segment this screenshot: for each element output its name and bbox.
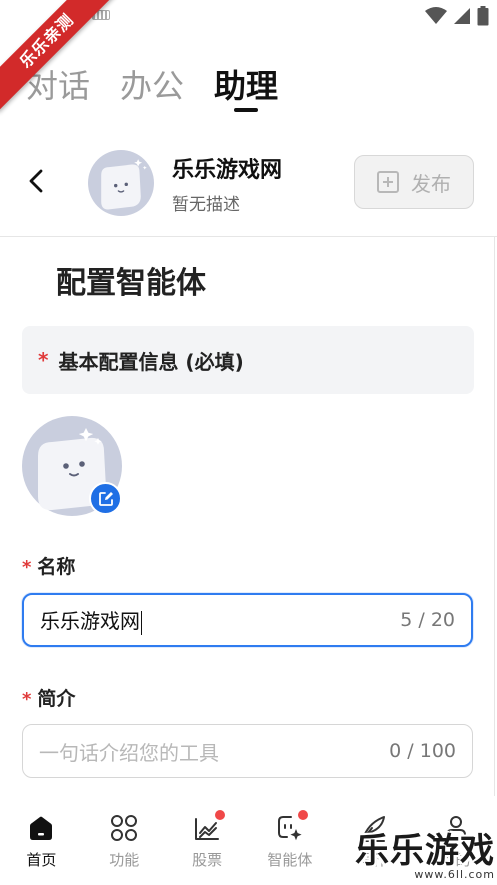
top-tabs: 对话 办公 助理 (26, 64, 278, 112)
notification-dot (215, 810, 226, 820)
agent-icon (275, 810, 308, 843)
agent-avatar (88, 150, 154, 216)
wifi-icon (425, 7, 447, 24)
publish-label: 发布 (411, 171, 451, 196)
nav-stocks[interactable]: 股票 (166, 799, 249, 885)
nav-label: 股票 (192, 851, 223, 869)
back-arrow-icon[interactable] (22, 166, 52, 196)
name-label-text: 名称 (37, 556, 76, 578)
intro-placeholder: 一句话介绍您的工具 (39, 740, 219, 765)
intro-char-counter: 0 / 100 (389, 740, 456, 762)
text-caret (141, 610, 142, 635)
nav-label: 智能体 (267, 851, 313, 869)
nav-home[interactable]: 首页 (0, 799, 83, 885)
page-title: 配置智能体 (56, 266, 206, 301)
nav-label: 首页 (26, 851, 57, 869)
scroll-edge (494, 236, 495, 796)
required-mark: * (22, 557, 32, 578)
home-icon (30, 816, 53, 840)
nav-features[interactable]: 功能 (83, 799, 166, 885)
nav-label: 功能 (109, 851, 140, 869)
section-header: * 基本配置信息 (必填) (22, 326, 474, 394)
intro-field-label: * 简介 (22, 684, 75, 711)
name-field-label: * 名称 (22, 552, 75, 579)
tab-assistant[interactable]: 助理 (214, 64, 278, 112)
agent-name: 乐乐游戏网 (172, 158, 283, 183)
edit-avatar-button[interactable] (89, 482, 122, 515)
add-box-icon (377, 171, 399, 193)
grid-icon (111, 815, 138, 841)
name-input[interactable]: 乐乐游戏网 5 / 20 (22, 593, 473, 647)
agent-description: 暂无描述 (172, 195, 240, 215)
watermark-text: 乐乐游戏 (355, 831, 495, 871)
divider (0, 236, 497, 237)
name-value-text: 乐乐游戏网 (40, 609, 140, 634)
name-input-value[interactable]: 乐乐游戏网 (40, 605, 400, 635)
name-char-counter: 5 / 20 (400, 609, 455, 631)
nav-agent[interactable]: 智能体 (248, 799, 331, 885)
agent-header: 乐乐游戏网 暂无描述 发布 (0, 144, 497, 224)
intro-label-text: 简介 (37, 688, 76, 710)
publish-button[interactable]: 发布 (354, 155, 474, 209)
signal-icon (454, 8, 470, 24)
battery-icon (477, 6, 489, 26)
watermark: 乐乐游戏 www.6ll.com (355, 823, 495, 881)
section-title: 基本配置信息 (必填) (58, 349, 244, 374)
edit-icon (98, 491, 113, 506)
stock-chart-icon (192, 810, 226, 843)
intro-input[interactable]: 一句话介绍您的工具 0 / 100 (22, 724, 473, 778)
tab-office[interactable]: 办公 (120, 64, 184, 108)
required-mark: * (22, 689, 32, 710)
required-mark: * (38, 348, 49, 372)
notification-dot (297, 810, 308, 820)
